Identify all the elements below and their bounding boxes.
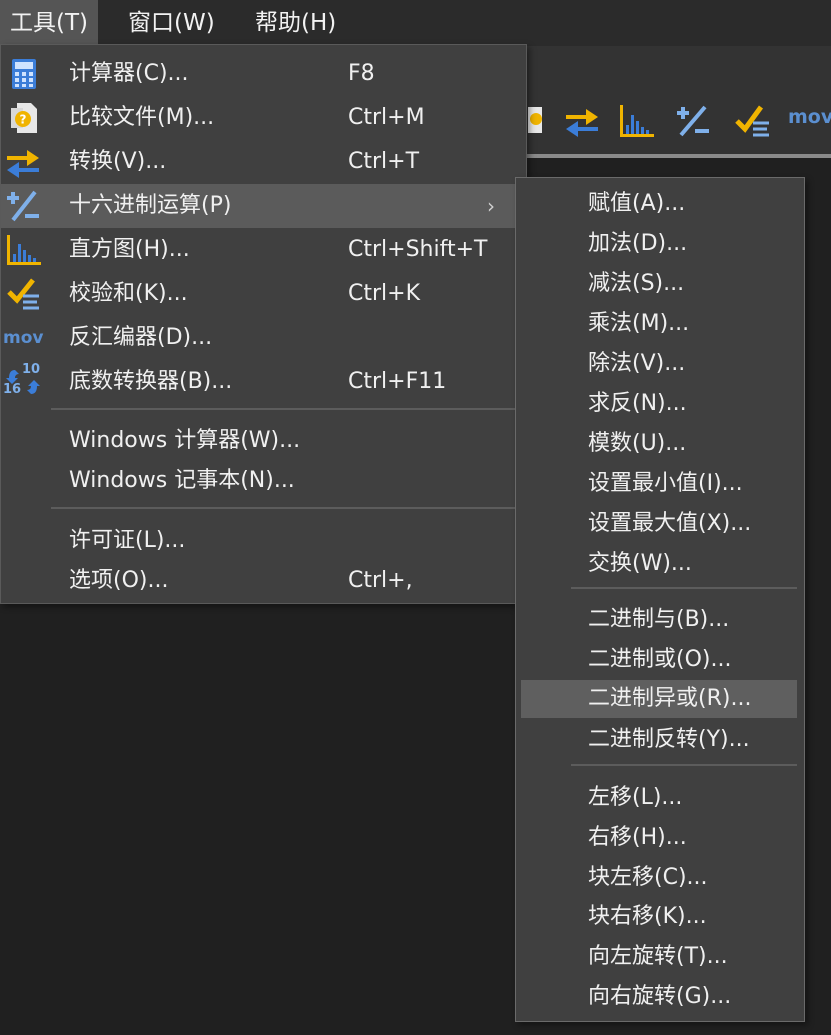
submenu-item-multiply[interactable]: 乘法(M)... (521, 305, 797, 343)
menu-help[interactable]: 帮助(H) (245, 0, 346, 46)
menu-item-shortcut: Ctrl+K (348, 281, 421, 306)
submenu-item-label: 加法(D)... (588, 231, 688, 256)
submenu-item-label: 块左移(C)... (588, 865, 708, 890)
submenu-item-label: 二进制或(O)... (588, 647, 732, 672)
base-converter-top-number: 10 (22, 362, 41, 377)
calculator-icon (12, 59, 36, 89)
submenu-item-label: 交换(W)... (588, 551, 692, 576)
menu-item-disassembler[interactable]: mov 反汇编器(D)... (1, 316, 526, 360)
tools-menu: 计算器(C)... F8 ? 比较文件(M)... Ctrl+M 转换(V)..… (0, 44, 527, 604)
submenu-item-binary-xor[interactable]: 二进制异或(R)... (521, 680, 797, 718)
submenu-item-label: 设置最小值(I)... (588, 471, 743, 496)
submenu-item-label: 块右移(K)... (588, 904, 707, 929)
submenu-item-subtract[interactable]: 减法(S)... (521, 265, 797, 303)
submenu-item-label: 乘法(M)... (588, 311, 690, 336)
submenu-item-swap[interactable]: 交换(W)... (521, 545, 797, 583)
submenu-item-label: 二进制异或(R)... (588, 686, 752, 711)
submenu-item-label: 减法(S)... (588, 271, 685, 296)
submenu-item-negate[interactable]: 求反(N)... (521, 385, 797, 423)
submenu-item-shift-right[interactable]: 右移(H)... (521, 819, 797, 857)
submenu-item-label: 求反(N)... (588, 391, 687, 416)
checksum-icon (7, 278, 39, 310)
menu-item-shortcut: Ctrl+T (348, 149, 420, 174)
submenu-arrow-icon: › (487, 194, 495, 218)
submenu-item-label: 向右旋转(G)... (588, 984, 732, 1009)
menu-item-label: 比较文件(M)... (69, 105, 215, 130)
hex-operations-icon (7, 190, 39, 222)
submenu-item-label: 除法(V)... (588, 351, 686, 376)
base-converter-bottom-number: 16 (3, 382, 22, 397)
menu-item-windows-calculator[interactable]: Windows 计算器(W)... (1, 419, 526, 463)
menu-item-shortcut: Ctrl+Shift+T (348, 237, 488, 262)
submenu-item-modulo[interactable]: 模数(U)... (521, 425, 797, 463)
submenu-item-divide[interactable]: 除法(V)... (521, 345, 797, 383)
submenu-item-label: 设置最大值(X)... (588, 511, 752, 536)
submenu-item-label: 右移(H)... (588, 825, 687, 850)
submenu-item-binary-or[interactable]: 二进制或(O)... (521, 641, 797, 679)
menu-item-label: 十六进制运算(P) (69, 193, 232, 218)
submenu-item-add[interactable]: 加法(D)... (521, 225, 797, 263)
menu-tools[interactable]: 工具(T) (0, 0, 98, 46)
convert-toolbar-icon[interactable] (562, 101, 602, 141)
submenu-separator (571, 587, 797, 589)
menu-item-label: 计算器(C)... (69, 61, 189, 86)
submenu-item-label: 二进制反转(Y)... (588, 727, 750, 752)
submenu-item-block-shift-left[interactable]: 块左移(C)... (521, 859, 797, 897)
menu-separator (51, 507, 521, 509)
menu-item-histogram[interactable]: 直方图(H)... Ctrl+Shift+T (1, 228, 526, 272)
menu-item-options[interactable]: 选项(O)... Ctrl+, (1, 559, 526, 603)
submenu-item-rotate-right[interactable]: 向右旋转(G)... (521, 978, 797, 1016)
menu-item-label: 许可证(L)... (69, 528, 186, 553)
histogram-toolbar-icon[interactable] (616, 101, 656, 141)
submenu-item-label: 模数(U)... (588, 431, 687, 456)
checksum-toolbar-icon[interactable] (733, 101, 773, 141)
disassembler-toolbar-icon[interactable]: mov (788, 106, 831, 128)
submenu-item-assign[interactable]: 赋值(A)... (521, 185, 797, 223)
submenu-item-rotate-left[interactable]: 向左旋转(T)... (521, 938, 797, 976)
menu-item-license[interactable]: 许可证(L)... (1, 519, 526, 563)
menu-item-shortcut: Ctrl+M (348, 105, 425, 130)
menu-item-label: 直方图(H)... (69, 237, 190, 262)
submenu-item-set-minimum[interactable]: 设置最小值(I)... (521, 465, 797, 503)
submenu-separator (571, 764, 797, 766)
menu-item-shortcut: F8 (348, 61, 375, 86)
disassembler-icon: mov (3, 328, 44, 348)
histogram-icon (7, 235, 41, 265)
submenu-item-binary-and[interactable]: 二进制与(B)... (521, 601, 797, 639)
submenu-item-label: 二进制与(B)... (588, 607, 730, 632)
menu-item-label: 选项(O)... (69, 568, 169, 593)
menu-item-compare-files[interactable]: ? 比较文件(M)... Ctrl+M (1, 96, 526, 140)
submenu-item-block-shift-right[interactable]: 块右移(K)... (521, 898, 797, 936)
compare-files-icon: ? (11, 103, 37, 133)
menu-item-label: 底数转换器(B)... (69, 369, 233, 394)
menu-item-label: Windows 记事本(N)... (69, 468, 295, 493)
menu-item-base-converter[interactable]: 10 16 底数转换器(B)... Ctrl+F11 (1, 360, 526, 404)
menu-item-calculator[interactable]: 计算器(C)... F8 (1, 52, 526, 96)
submenu-item-set-maximum[interactable]: 设置最大值(X)... (521, 505, 797, 543)
menu-item-convert[interactable]: 转换(V)... Ctrl+T (1, 140, 526, 184)
menu-item-shortcut: Ctrl+F11 (348, 369, 447, 394)
menu-item-windows-notepad[interactable]: Windows 记事本(N)... (1, 459, 526, 503)
submenu-item-shift-left[interactable]: 左移(L)... (521, 779, 797, 817)
submenu-item-label: 左移(L)... (588, 785, 683, 810)
menubar: 工具(T) 窗口(W) 帮助(H) (0, 0, 831, 46)
submenu-item-label: 赋值(A)... (588, 191, 686, 216)
hex-operations-toolbar-icon[interactable] (673, 101, 713, 141)
convert-arrows-icon (7, 150, 39, 178)
menu-item-hex-operations[interactable]: 十六进制运算(P) › (1, 184, 526, 228)
hex-operations-submenu: 赋值(A)... 加法(D)... 减法(S)... 乘法(M)... 除法(V… (515, 177, 805, 1022)
menu-item-label: 校验和(K)... (69, 281, 188, 306)
menu-item-shortcut: Ctrl+, (348, 568, 413, 593)
menu-item-checksum[interactable]: 校验和(K)... Ctrl+K (1, 272, 526, 316)
menu-separator (51, 408, 521, 410)
submenu-item-binary-invert[interactable]: 二进制反转(Y)... (521, 721, 797, 759)
menu-item-label: Windows 计算器(W)... (69, 428, 301, 453)
menu-item-label: 转换(V)... (69, 149, 167, 174)
submenu-item-label: 向左旋转(T)... (588, 944, 728, 969)
menu-item-label: 反汇编器(D)... (69, 325, 213, 350)
svg-text:?: ? (20, 113, 27, 127)
menu-window[interactable]: 窗口(W) (118, 0, 225, 46)
